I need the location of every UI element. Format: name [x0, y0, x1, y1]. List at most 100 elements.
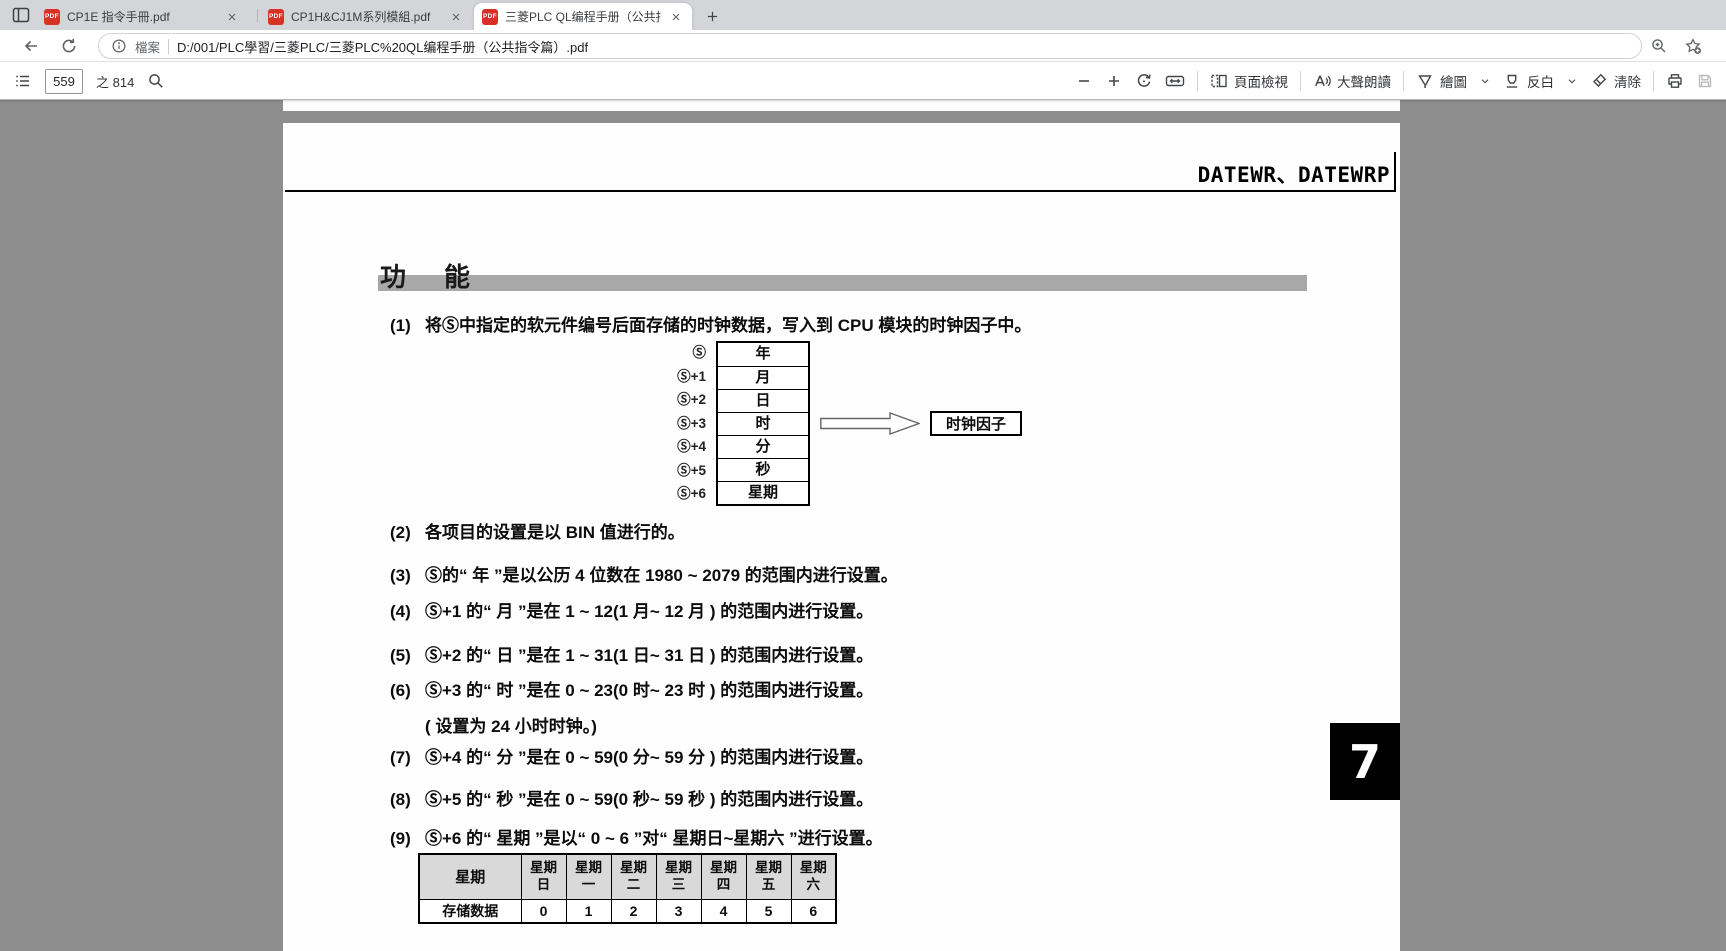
list-item: (6) Ⓢ+3 的“ 时 ”是在 0 ~ 23(0 时~ 23 时 ) 的范围内… — [390, 680, 1330, 701]
week-value-table: 星期 星期日 星期一 星期二 星期三 星期四 星期五 星期六 存储数据 0 1 … — [418, 853, 837, 924]
clock-data-cell: 日 — [718, 389, 808, 412]
section-title: 功 能 — [380, 257, 476, 294]
tab-mitsubishi-ql-active[interactable]: PDF 三菱PLC QL编程手册（公共指令 — [474, 3, 692, 30]
page-number: 7 — [1349, 735, 1381, 789]
item-number: (1) — [390, 315, 425, 336]
list-item: (1) 将Ⓢ中指定的软元件编号后面存储的时钟数据，写入到 CPU 模块的时钟因子… — [390, 315, 1330, 336]
address-bar[interactable]: 檔案 D:/001/PLC學習/三菱PLC/三菱PLC%20QL编程手册（公共指… — [98, 33, 1642, 59]
list-item: (8) Ⓢ+5 的“ 秒 ”是在 0 ~ 59(0 秒~ 59 秒 ) 的范围内… — [390, 789, 1330, 810]
read-aloud-label: 大聲朗讀 — [1337, 71, 1391, 91]
page-view-button[interactable]: 頁面檢視 — [1210, 71, 1288, 91]
highlight-chevron-down-icon[interactable] — [1566, 75, 1578, 87]
draw-button[interactable]: 繪圖 — [1416, 71, 1467, 91]
clock-data-cell: 月 — [718, 366, 808, 389]
address-row: 檔案 D:/001/PLC學習/三菱PLC/三菱PLC%20QL编程手册（公共指… — [0, 30, 1726, 62]
list-item: (7) Ⓢ+4 的“ 分 ”是在 0 ~ 59(0 分~ 59 分 ) 的范围内… — [390, 747, 1330, 768]
read-aloud-icon — [1313, 72, 1331, 90]
previous-page-bottom — [283, 100, 1400, 111]
tab-actions-icon[interactable] — [12, 6, 30, 24]
register-label: Ⓢ+4 — [623, 435, 706, 459]
register-label: Ⓢ+1 — [623, 365, 706, 389]
pdf-page: DATEWR、DATEWRP 功 能 (1) 将Ⓢ中指定的软元件编号后面存储的时… — [283, 123, 1400, 951]
title-rule — [285, 190, 1396, 192]
item-text-continued: ( 设置为 24 小时时钟。) — [425, 716, 597, 737]
rotate-icon[interactable] — [1135, 72, 1153, 90]
hollow-arrow-icon — [820, 412, 920, 435]
page-number-input[interactable] — [45, 69, 83, 94]
item-number: (7) — [390, 747, 425, 768]
tab-cp1e[interactable]: PDF CP1E 指令手冊.pdf — [36, 3, 256, 30]
save-icon[interactable] — [1696, 72, 1714, 90]
read-aloud-button[interactable]: 大聲朗讀 — [1313, 71, 1391, 91]
erase-button[interactable]: 清除 — [1590, 71, 1641, 91]
item-text: Ⓢ+4 的“ 分 ”是在 0 ~ 59(0 分~ 59 分 ) 的范围内进行设置… — [425, 747, 873, 768]
week-table-cell: 6 — [791, 899, 836, 923]
draw-label: 繪圖 — [1440, 71, 1467, 91]
week-table-header: 星期五 — [746, 854, 791, 899]
list-item: (5) Ⓢ+2 的“ 日 ”是在 1 ~ 31(1 日~ 31 日 ) 的范围内… — [390, 645, 1330, 666]
clock-data-cell: 星期 — [718, 481, 808, 504]
item-text: Ⓢ+6 的“ 星期 ”是以“ 0 ~ 6 ”对“ 星期日~星期六 ”进行设置。 — [425, 828, 883, 849]
list-item: (4) Ⓢ+1 的“ 月 ”是在 1 ~ 12(1 月~ 12 月 ) 的范围内… — [390, 601, 1330, 622]
fit-to-width-icon[interactable] — [1165, 72, 1185, 90]
register-label: Ⓢ — [623, 341, 706, 365]
title-rule-riser — [1394, 152, 1396, 192]
refresh-icon[interactable] — [60, 37, 78, 55]
list-item: (9) Ⓢ+6 的“ 星期 ”是以“ 0 ~ 6 ”对“ 星期日~星期六 ”进行… — [390, 828, 1330, 849]
zoom-in-icon[interactable] — [1105, 72, 1123, 90]
pen-nib-icon — [1416, 72, 1434, 90]
print-icon[interactable] — [1666, 72, 1684, 90]
item-text: 将Ⓢ中指定的软元件编号后面存储的时钟数据，写入到 CPU 模块的时钟因子中。 — [425, 315, 1031, 336]
item-text: Ⓢ的“ 年 ”是以公历 4 位数在 1980 ~ 2079 的范围内进行设置。 — [425, 565, 898, 586]
clock-data-cell: 时 — [718, 412, 808, 435]
tab-separator — [257, 9, 258, 22]
item-number: (5) — [390, 645, 425, 666]
eraser-icon — [1590, 72, 1608, 90]
back-icon[interactable] — [22, 37, 40, 55]
item-text: Ⓢ+2 的“ 日 ”是在 1 ~ 31(1 日~ 31 日 ) 的范围内进行设置… — [425, 645, 873, 666]
favorite-star-icon[interactable] — [1684, 37, 1702, 55]
week-table-cell: 1 — [566, 899, 611, 923]
tab-title: CP1H&CJ1M系列模組.pdf — [291, 8, 441, 25]
item-text: 各项目的设置是以 BIN 值进行的。 — [425, 522, 685, 543]
zoom-page-icon[interactable] — [1650, 37, 1668, 55]
table-of-contents-icon[interactable] — [14, 72, 32, 90]
item-number: (6) — [390, 680, 425, 701]
pdf-viewport[interactable]: DATEWR、DATEWRP 功 能 (1) 将Ⓢ中指定的软元件编号后面存储的时… — [0, 100, 1726, 951]
clock-data-cell: 年 — [718, 343, 808, 366]
diagram-clock-data-table: 年 月 日 时 分 秒 星期 — [716, 341, 810, 506]
page-view-label: 頁面檢視 — [1234, 71, 1288, 91]
address-divider — [168, 39, 169, 54]
week-table-cell: 3 — [656, 899, 701, 923]
close-icon[interactable] — [224, 9, 240, 25]
clock-data-cell: 分 — [718, 435, 808, 458]
new-tab-button[interactable] — [700, 4, 724, 28]
week-table-header: 星期三 — [656, 854, 701, 899]
week-table-cell: 5 — [746, 899, 791, 923]
tab-cp1h-cj1m[interactable]: PDF CP1H&CJ1M系列模組.pdf — [260, 3, 472, 30]
week-table-header: 星期二 — [611, 854, 656, 899]
highlighter-icon — [1503, 72, 1521, 90]
search-icon[interactable] — [147, 72, 165, 90]
week-table-cell: 0 — [521, 899, 566, 923]
week-table-header: 星期四 — [701, 854, 746, 899]
item-number: (3) — [390, 565, 425, 586]
close-icon[interactable] — [668, 9, 684, 25]
page-number-tab: 7 — [1330, 723, 1400, 800]
highlight-button[interactable]: 反白 — [1503, 71, 1554, 91]
draw-chevron-down-icon[interactable] — [1479, 75, 1491, 87]
pdf-toolbar: 之 814 頁面檢視 — [0, 62, 1726, 100]
tab-strip: PDF CP1E 指令手冊.pdf PDF CP1H&CJ1M系列模組.pdf … — [0, 0, 1726, 30]
file-scheme-label: 檔案 — [135, 37, 160, 56]
clock-data-cell: 秒 — [718, 458, 808, 481]
register-label: Ⓢ+2 — [623, 388, 706, 412]
page-view-icon — [1210, 72, 1228, 90]
close-icon[interactable] — [448, 9, 464, 25]
info-icon[interactable] — [111, 38, 127, 54]
instruction-title: DATEWR、DATEWRP — [1198, 159, 1390, 189]
list-item: (2) 各项目的设置是以 BIN 值进行的。 — [390, 522, 1330, 543]
pdf-file-icon: PDF — [44, 9, 60, 25]
section-bar — [378, 275, 1307, 291]
url-text[interactable]: D:/001/PLC學習/三菱PLC/三菱PLC%20QL编程手册（公共指令篇）… — [177, 37, 588, 56]
zoom-out-icon[interactable] — [1075, 72, 1093, 90]
